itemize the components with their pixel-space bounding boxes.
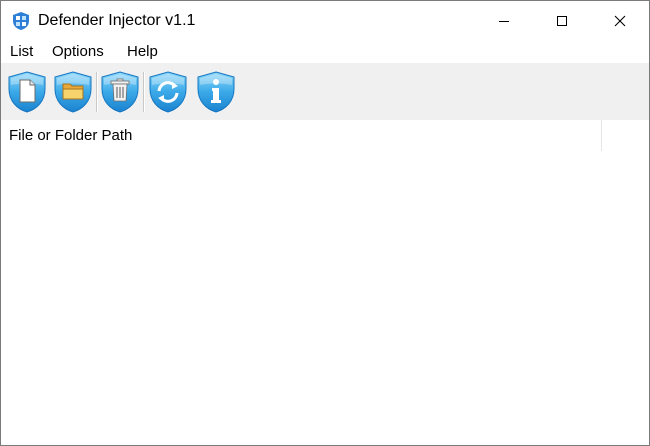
window-title: Defender Injector v1.1: [38, 12, 196, 29]
defender-shield-icon: [13, 12, 29, 30]
title-bar[interactable]: Defender Injector v1.1: [1, 1, 649, 41]
add-file-icon: [8, 71, 46, 113]
add-folder-button[interactable]: [52, 70, 94, 114]
refresh-button[interactable]: [147, 70, 189, 114]
menu-help[interactable]: Help: [125, 42, 160, 62]
info-button[interactable]: [195, 70, 237, 114]
toolbar-separator: [96, 72, 98, 112]
toolbar-separator: [143, 72, 145, 112]
app-window: Defender Injector v1.1 List Options Help: [0, 0, 650, 446]
minimize-button[interactable]: [475, 1, 533, 41]
toolbar: [1, 63, 649, 120]
menu-list[interactable]: List: [8, 42, 35, 62]
close-icon: [614, 15, 626, 27]
info-icon: [197, 71, 235, 113]
refresh-icon: [149, 71, 187, 113]
column-header-label: File or Folder Path: [9, 127, 133, 144]
close-button[interactable]: [591, 1, 649, 41]
minimize-icon: [499, 21, 509, 22]
file-list[interactable]: File or Folder Path: [1, 120, 649, 445]
column-header-path[interactable]: File or Folder Path: [1, 120, 601, 151]
column-divider[interactable]: [601, 120, 602, 151]
add-file-button[interactable]: [6, 70, 48, 114]
add-folder-icon: [54, 71, 92, 113]
menu-options[interactable]: Options: [50, 42, 106, 62]
maximize-icon: [557, 16, 567, 26]
delete-icon: [101, 71, 139, 113]
maximize-button[interactable]: [533, 1, 591, 41]
menu-bar: List Options Help: [1, 41, 649, 63]
delete-button[interactable]: [99, 70, 141, 114]
